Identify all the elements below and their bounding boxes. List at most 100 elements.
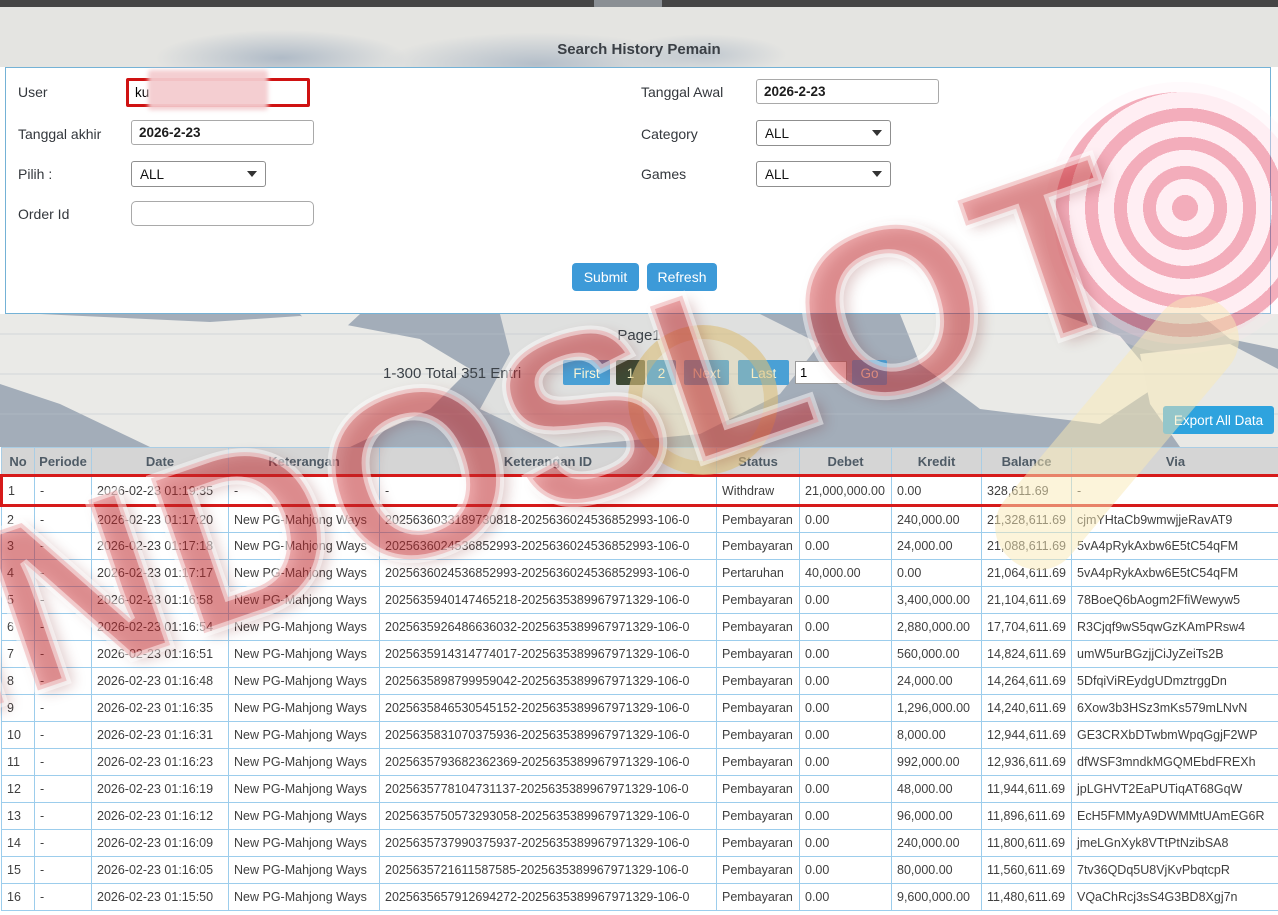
table-row: 3-2026-02-23 01:17:18 New PG-Mahjong Ways… <box>1 532 1278 560</box>
cell-via: 7tv36QDq5U8VjKvPbqtcpR <box>1071 856 1278 884</box>
table-row: 14-2026-02-23 01:16:09 New PG-Mahjong Way… <box>1 829 1278 857</box>
cell-debet: 0.00 <box>799 748 892 776</box>
pilih-select-value: ALL <box>140 166 165 182</box>
cell-via: 78BoeQ6bAogm2FfiWewyw5 <box>1071 586 1278 614</box>
cell-status: Withdraw <box>716 474 800 507</box>
cell-date: 2026-02-23 01:19:35 <box>91 474 229 507</box>
cell-keterangan: New PG-Mahjong Ways <box>228 559 380 587</box>
history-table: No Periode Date Keterangan Keterangan ID Stat… <box>0 447 1278 911</box>
cell-keterangan_id[interactable]: 2025635914314774017-2025635389967971329-… <box>379 640 717 668</box>
pagination-goto-input[interactable] <box>795 361 847 384</box>
cell-keterangan_id[interactable]: 2025636033189730818-2025636024536852993-… <box>379 505 717 533</box>
cell-keterangan_id[interactable]: 2025636024536852993-2025636024536852993-… <box>379 532 717 560</box>
cell-keterangan: New PG-Mahjong Ways <box>228 505 380 533</box>
cell-keterangan_id[interactable]: 2025635831070375936-2025635389967971329-… <box>379 721 717 749</box>
cell-keterangan: New PG-Mahjong Ways <box>228 883 380 911</box>
cell-status: Pembayaran <box>716 802 800 830</box>
cell-keterangan: New PG-Mahjong Ways <box>228 748 380 776</box>
category-label: Category <box>641 126 698 142</box>
cell-date: 2026-02-23 01:16:09 <box>91 829 229 857</box>
cell-keterangan_id[interactable]: 2025635940147465218-2025635389967971329-… <box>379 586 717 614</box>
cell-periode: - <box>34 532 92 560</box>
cell-status: Pembayaran <box>716 694 800 722</box>
cell-via: VQaChRcj3sS4G3BD8Xgj7n <box>1071 883 1278 911</box>
cell-via: EcH5FMMyA9DWMMtUAmEG6R <box>1071 802 1278 830</box>
cell-keterangan_id[interactable]: 2025635737990375937-2025635389967971329-… <box>379 829 717 857</box>
cell-via: 5vA4pRykAxbw6E5tC54qFM <box>1071 532 1278 560</box>
cell-via: GE3CRXbDTwbmWpqGgjF2WP <box>1071 721 1278 749</box>
cell-debet: 0.00 <box>799 532 892 560</box>
cell-keterangan_id[interactable]: 2025635846530545152-2025635389967971329-… <box>379 694 717 722</box>
column-header-balance: Balance <box>981 447 1072 476</box>
cell-keterangan_id[interactable]: 2025635657912694272-2025635389967971329-… <box>379 883 717 911</box>
table-row: 10-2026-02-23 01:16:31 New PG-Mahjong Way… <box>1 721 1278 749</box>
table-row: 16-2026-02-23 01:15:50 New PG-Mahjong Way… <box>1 883 1278 911</box>
pagination-first-button[interactable]: First <box>563 360 610 385</box>
cell-kredit: 1,296,000.00 <box>891 694 982 722</box>
user-input[interactable] <box>126 78 310 107</box>
pagination-page-2-button[interactable]: 2 <box>647 360 676 385</box>
cell-keterangan_id[interactable]: 2025635721611587585-2025635389967971329-… <box>379 856 717 884</box>
cell-via: umW5urBGzjjCiJyZeiTs2B <box>1071 640 1278 668</box>
tanggal-awal-input[interactable] <box>756 79 939 104</box>
cell-periode: - <box>34 505 92 533</box>
refresh-button[interactable]: Refresh <box>647 263 717 291</box>
cell-via: jpLGHVT2EaPUTiqAT68GqW <box>1071 775 1278 803</box>
cell-kredit: 240,000.00 <box>891 505 982 533</box>
column-header-periode: Periode <box>34 447 92 476</box>
cell-keterangan_id[interactable]: 2025635778104731137-2025635389967971329-… <box>379 775 717 803</box>
cell-keterangan_id[interactable]: 2025635898799959042-2025635389967971329-… <box>379 667 717 695</box>
user-label: User <box>18 84 48 100</box>
cell-date: 2026-02-23 01:16:19 <box>91 775 229 803</box>
cell-keterangan_id[interactable]: 2025635750573293058-2025635389967971329-… <box>379 802 717 830</box>
export-all-data-button[interactable]: Export All Data <box>1163 406 1274 434</box>
pagination-go-button[interactable]: Go <box>852 360 887 385</box>
cell-no: 8 <box>1 667 35 695</box>
submit-button[interactable]: Submit <box>572 263 639 291</box>
order-id-input[interactable] <box>131 201 314 226</box>
cell-keterangan: New PG-Mahjong Ways <box>228 613 380 641</box>
pagination-last-button[interactable]: Last <box>738 360 789 385</box>
cell-via: 5DfqiViREydgUDmztrggDn <box>1071 667 1278 695</box>
cell-status: Pembayaran <box>716 586 800 614</box>
cell-via: - <box>1071 474 1278 507</box>
cell-kredit: 240,000.00 <box>891 829 982 857</box>
cell-kredit: 96,000.00 <box>891 802 982 830</box>
column-header-keterangan: Keterangan <box>228 447 380 476</box>
category-select[interactable]: ALL <box>756 120 891 146</box>
tanggal-akhir-input[interactable] <box>131 120 314 145</box>
cell-date: 2026-02-23 01:15:50 <box>91 883 229 911</box>
cell-keterangan: New PG-Mahjong Ways <box>228 667 380 695</box>
cell-keterangan_id[interactable]: 2025636024536852993-2025636024536852993-… <box>379 559 717 587</box>
page-indicator: Page1 <box>617 327 661 344</box>
pagination-page-1-button[interactable]: 1 <box>616 360 645 385</box>
cell-debet: 0.00 <box>799 829 892 857</box>
cell-via: 5vA4pRykAxbw6E5tC54qFM <box>1071 559 1278 587</box>
cell-date: 2026-02-23 01:17:20 <box>91 505 229 533</box>
cell-date: 2026-02-23 01:17:17 <box>91 559 229 587</box>
cell-keterangan: New PG-Mahjong Ways <box>228 640 380 668</box>
cell-debet: 0.00 <box>799 694 892 722</box>
cell-balance: 11,560,611.69 <box>981 856 1072 884</box>
cell-via: dfWSF3mndkMGQMEbdFREXh <box>1071 748 1278 776</box>
pilih-select[interactable]: ALL <box>131 161 266 187</box>
cell-status: Pembayaran <box>716 613 800 641</box>
cell-periode: - <box>34 474 92 507</box>
cell-periode: - <box>34 748 92 776</box>
column-header-debet: Debet <box>799 447 892 476</box>
cell-periode: - <box>34 586 92 614</box>
cell-no: 2 <box>1 505 35 533</box>
cell-keterangan: New PG-Mahjong Ways <box>228 775 380 803</box>
cell-balance: 21,104,611.69 <box>981 586 1072 614</box>
table-row: 8-2026-02-23 01:16:48 New PG-Mahjong Ways… <box>1 667 1278 695</box>
cell-keterangan_id[interactable]: 2025635793682362369-2025635389967971329-… <box>379 748 717 776</box>
games-select[interactable]: ALL <box>756 161 891 187</box>
pilih-label: Pilih : <box>18 166 53 182</box>
cell-debet: 40,000.00 <box>799 559 892 587</box>
pagination-next-button[interactable]: Next <box>684 360 729 385</box>
cell-keterangan_id[interactable]: 2025635926486636032-2025635389967971329-… <box>379 613 717 641</box>
cell-periode: - <box>34 775 92 803</box>
cell-balance: 21,088,611.69 <box>981 532 1072 560</box>
table-row: 12-2026-02-23 01:16:19 New PG-Mahjong Way… <box>1 775 1278 803</box>
table-row: 7-2026-02-23 01:16:51 New PG-Mahjong Ways… <box>1 640 1278 668</box>
